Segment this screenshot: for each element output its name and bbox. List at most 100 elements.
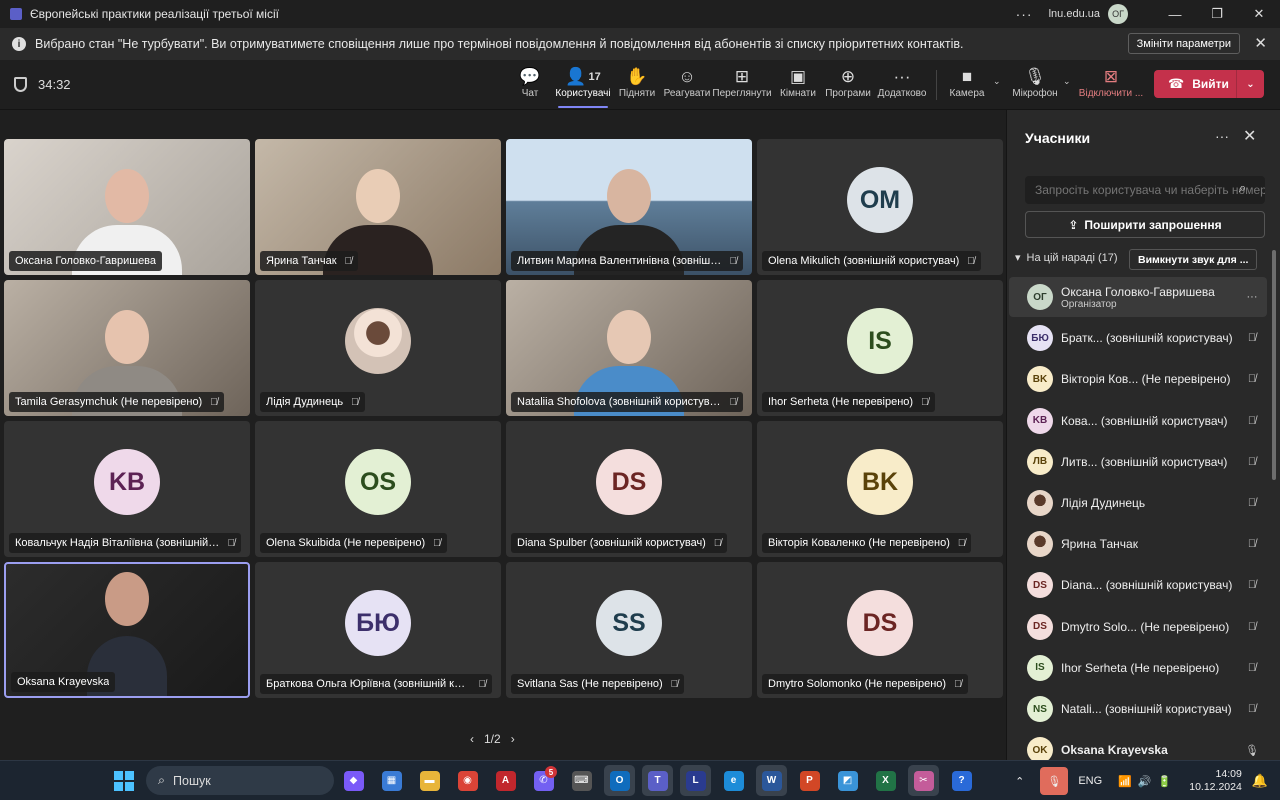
close-window-button[interactable]: ✕	[1238, 6, 1280, 22]
participant-more-button[interactable]: ···	[1237, 291, 1267, 303]
participant-avatar: ОГ	[1027, 284, 1053, 310]
toolbar-button-chat[interactable]: 💬 Чат	[518, 66, 542, 108]
participant-tile[interactable]: Nataliia Shofolova (зовнішній користувач…	[506, 280, 752, 416]
participant-tile[interactable]: Оксана Головко-Гавришева	[4, 139, 250, 275]
leave-button[interactable]: ☎ Вийти ⌄	[1154, 70, 1264, 98]
toolbar-button-label: Підняти	[618, 88, 656, 99]
toolbar-button-camera[interactable]: ■ Камера	[950, 66, 985, 108]
window-more-button[interactable]: ···	[1016, 6, 1033, 22]
change-settings-button[interactable]: Змініти параметри	[1127, 33, 1240, 54]
toolbar-button-raise-hand[interactable]: ✋ Підняти	[618, 66, 656, 108]
powerpoint-app-button[interactable]: P	[794, 765, 825, 796]
photos-app-button[interactable]: ◩	[832, 765, 863, 796]
participant-row[interactable]: БЮ Братк... (зовнішній користувач) 🎙̸	[1009, 318, 1267, 358]
edge-app-button[interactable]: e	[718, 765, 749, 796]
account-avatar[interactable]: ОГ	[1108, 4, 1128, 24]
next-page-button[interactable]: ›	[511, 732, 515, 746]
maximize-button[interactable]: ❐	[1196, 6, 1238, 22]
participant-tile[interactable]: DS Diana Spulber (зовнішній користувач) 🎙̸	[506, 421, 752, 557]
toolbar-button-apps[interactable]: ⊕ Програми	[825, 66, 871, 108]
participant-row[interactable]: BK Вікторія Ков... (Не перевірено) 🎙̸	[1009, 359, 1267, 399]
store-app-button[interactable]: ▦	[376, 765, 407, 796]
toolbar-button-share-off[interactable]: ⊠ Відключити ...	[1079, 66, 1143, 108]
participant-tile[interactable]: Oksana Krayevska	[4, 562, 250, 698]
participant-tile[interactable]: Tamila Gerasymchuk (Не перевірено) 🎙̸	[4, 280, 250, 416]
explorer-app-icon: ▬	[419, 770, 440, 791]
participant-name-tag: Оксана Головко-Гавришева	[9, 251, 163, 271]
chrome-app-button[interactable]: ◉	[452, 765, 483, 796]
participant-tile[interactable]: KB Ковальчук Надія Віталіївна (зовнішній …	[4, 421, 250, 557]
mic-in-use-icon[interactable]: 🎙	[1040, 767, 1069, 795]
in-meeting-group-toggle[interactable]: ▾ На цій нараді (17)	[1015, 251, 1118, 265]
participant-row[interactable]: DS Diana... (зовнішній користувач) 🎙̸	[1009, 565, 1267, 605]
network-volume-battery-icon[interactable]: 📶🔊🔋	[1118, 775, 1177, 788]
camera-options-chevron-icon[interactable]: ⌄	[993, 76, 1001, 87]
toolbar-button-rooms[interactable]: ▣ Кімнати	[780, 66, 816, 108]
participant-row[interactable]: ЛВ Литв... (зовнішній користувач) 🎙̸	[1009, 442, 1267, 482]
clock[interactable]: 14:09 10.12.2024	[1189, 768, 1242, 794]
participant-row[interactable]: Ярина Танчак 🎙̸	[1009, 524, 1267, 564]
video-head	[105, 169, 149, 223]
toolbar-button-label: Користувачі	[555, 88, 611, 99]
mute-all-button[interactable]: Вимкнути звук для ...	[1129, 249, 1258, 270]
participant-tile[interactable]: Лідія Дудинець 🎙̸	[255, 280, 501, 416]
excel-app-button[interactable]: X	[870, 765, 901, 796]
react-icon-glyph: ☺	[678, 67, 696, 86]
tenant-domain[interactable]: lnu.edu.ua	[1049, 8, 1100, 20]
snip-app-button[interactable]: ✂	[908, 765, 939, 796]
explorer-app-button[interactable]: ▬	[414, 765, 445, 796]
toolbar-button-view[interactable]: ⊞ Переглянути	[712, 66, 771, 108]
participant-tile[interactable]: OS Olena Skuibida (Не перевірено) 🎙̸	[255, 421, 501, 557]
participant-row[interactable]: NS Natali... (зовнішній користувач) 🎙̸	[1009, 689, 1267, 729]
participant-tile[interactable]: OM Olena Mikulich (зовнішній користувач) 🎙…	[757, 139, 1003, 275]
participant-tile[interactable]: БЮ Браткова Ольга Юріївна (зовнішній кор.…	[255, 562, 501, 698]
search-icon: ⌕	[1239, 180, 1247, 195]
dismiss-notice-button[interactable]: ✕	[1254, 34, 1267, 52]
notifications-bell-icon[interactable]: 🔔	[1252, 773, 1268, 789]
invite-search-input[interactable]	[1025, 176, 1265, 204]
prev-page-button[interactable]: ‹	[470, 732, 474, 746]
info-icon: i	[12, 37, 26, 51]
outlook-app-button[interactable]: O	[604, 765, 635, 796]
participant-avatar: OM	[847, 167, 913, 233]
participant-tile[interactable]: SS Svitlana Sas (Не перевірено) 🎙̸	[506, 562, 752, 698]
help-app-button[interactable]: ?	[946, 765, 977, 796]
viber-app-button[interactable]: ✆ 5	[528, 765, 559, 796]
leave-options-chevron-icon[interactable]: ⌄	[1236, 70, 1264, 98]
word-app-button[interactable]: W	[756, 765, 787, 796]
panel-more-button[interactable]: ···	[1215, 128, 1229, 144]
toolbar-button-label: Кімнати	[780, 88, 816, 99]
participant-row[interactable]: Лідія Дудинець 🎙̸	[1009, 483, 1267, 523]
participant-row[interactable]: DS Dmytro Solo... (Не перевірено) 🎙̸	[1009, 607, 1267, 647]
taskbar-search[interactable]: ⌕ Пошук	[146, 766, 334, 795]
panel-close-button[interactable]: ✕	[1243, 126, 1256, 146]
participant-tile[interactable]: IS Ihor Serheta (Не перевірено) 🎙̸	[757, 280, 1003, 416]
toolbar-button-people[interactable]: 👤 17 Користувачі	[555, 66, 611, 108]
mic-options-chevron-icon[interactable]: ⌄	[1063, 76, 1071, 87]
react-icon: ☺	[678, 66, 695, 88]
toolbar-button-more[interactable]: ··· Додатково	[878, 66, 927, 108]
participant-row[interactable]: IS Ihor Serheta (Не перевірено) 🎙̸	[1009, 648, 1267, 688]
mic-icon: 🎙	[1024, 66, 1046, 88]
l-app-button[interactable]: L	[680, 765, 711, 796]
participant-tile[interactable]: DS Dmytro Solomonko (Не перевірено) 🎙̸	[757, 562, 1003, 698]
teams-app-button[interactable]: T	[642, 765, 673, 796]
participant-row[interactable]: KB Кова... (зовнішній користувач) 🎙̸	[1009, 401, 1267, 441]
participant-name-tag: Ihor Serheta (Не перевірено) 🎙̸	[762, 392, 935, 412]
panel-scrollbar[interactable]	[1272, 250, 1276, 480]
participant-tile[interactable]: Ярина Танчак 🎙̸	[255, 139, 501, 275]
participant-row[interactable]: ОГ Оксана Головко-Гавришева Організатор ···	[1009, 277, 1267, 317]
input-language[interactable]: ENG	[1078, 775, 1102, 787]
minimize-button[interactable]: —	[1154, 7, 1196, 22]
toolbar-button-mic[interactable]: 🎙 Мікрофон	[1012, 66, 1058, 108]
share-invite-button[interactable]: ⇪ Поширити запрошення	[1025, 211, 1265, 238]
acrobat-app-button[interactable]: A	[490, 765, 521, 796]
copilot-app-button[interactable]: ◆	[338, 765, 369, 796]
participant-tile[interactable]: Литвин Марина Валентинівна (зовнішні... 🎙…	[506, 139, 752, 275]
participant-tile[interactable]: BK Вікторія Коваленко (Не перевірено) 🎙̸	[757, 421, 1003, 557]
toolbar-button-react[interactable]: ☺ Реагувати	[664, 66, 711, 108]
tray-expand-button[interactable]: ⌃	[1015, 775, 1024, 788]
keyboard-app-button[interactable]: ⌨	[566, 765, 597, 796]
start-button[interactable]	[114, 771, 134, 791]
mic-off-icon: 🎙̸	[433, 537, 441, 549]
